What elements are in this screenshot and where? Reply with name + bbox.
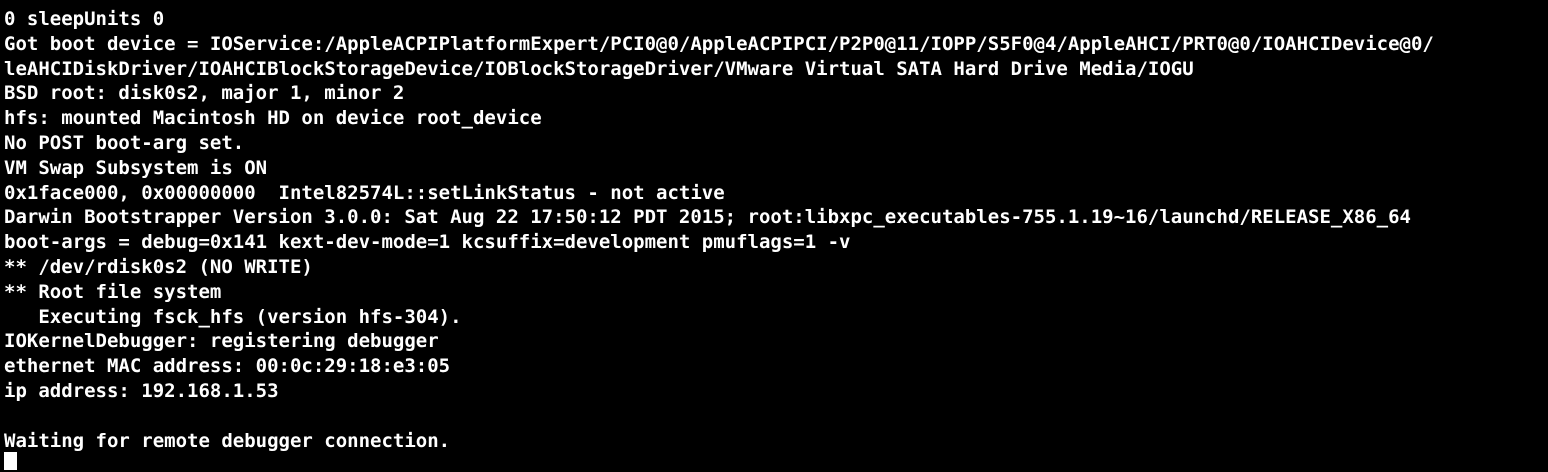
console-line: Waiting for remote debugger connection.	[4, 429, 451, 452]
console-line: Got boot device = IOService:/AppleACPIPl…	[4, 32, 1434, 55]
console-line: 0x1face000, 0x00000000 Intel82574L::setL…	[4, 181, 725, 204]
console-line: ** Root file system	[4, 280, 222, 303]
text-cursor	[4, 452, 17, 470]
console-line: ethernet MAC address: 00:0c:29:18:e3:05	[4, 355, 451, 378]
console-line: BSD root: disk0s2, major 1, minor 2	[4, 82, 405, 105]
console-line: hfs: mounted Macintosh HD on device root…	[4, 107, 542, 130]
console-line: Darwin Bootstrapper Version 3.0.0: Sat A…	[4, 206, 1411, 229]
console-line: VM Swap Subsystem is ON	[4, 156, 268, 179]
console-line: ip address: 192.168.1.53	[4, 380, 279, 402]
console-line: leAHCIDiskDriver/IOAHCIBlockStorageDevic…	[4, 57, 1194, 80]
console-screen[interactable]: 0 sleepUnits 0 Got boot device = IOServi…	[0, 0, 1548, 472]
console-line: 0 sleepUnits 0	[4, 8, 165, 30]
console-line: IOKernelDebugger: registering debugger	[4, 330, 439, 353]
console-line: No POST boot-arg set.	[4, 132, 245, 154]
console-line: Executing fsck_hfs (version hfs-304).	[4, 305, 462, 328]
console-line: ** /dev/rdisk0s2 (NO WRITE)	[4, 256, 313, 278]
console-line: boot-args = debug=0x141 kext-dev-mode=1 …	[4, 231, 851, 254]
